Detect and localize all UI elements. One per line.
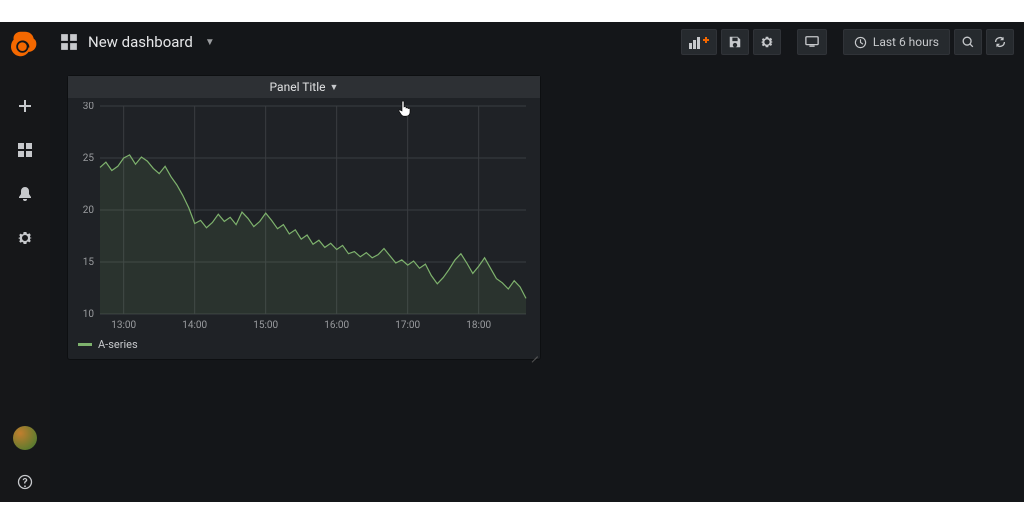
browser-chrome-bottom xyxy=(0,502,1024,512)
chart[interactable]: 10 15 20 25 30 13:00 14:00 15:00 16:00 17:00 18:00 xyxy=(68,98,540,334)
svg-text:20: 20 xyxy=(83,205,95,216)
panel-title: Panel Title xyxy=(270,80,326,94)
help-icon[interactable] xyxy=(15,472,35,492)
side-nav xyxy=(0,22,50,502)
chevron-down-icon: ▼ xyxy=(205,37,215,48)
legend-swatch xyxy=(78,343,92,346)
resize-handle[interactable] xyxy=(530,349,538,357)
svg-text:16:00: 16:00 xyxy=(324,320,349,331)
svg-text:15:00: 15:00 xyxy=(253,320,278,331)
svg-text:15: 15 xyxy=(83,257,95,268)
time-range-label: Last 6 hours xyxy=(873,35,939,49)
svg-text:18:00: 18:00 xyxy=(466,320,491,331)
svg-text:14:00: 14:00 xyxy=(182,320,207,331)
svg-text:10: 10 xyxy=(83,309,95,320)
settings-button[interactable] xyxy=(753,29,781,55)
svg-text:13:00: 13:00 xyxy=(111,320,136,331)
svg-text:17:00: 17:00 xyxy=(395,320,420,331)
gear-icon[interactable] xyxy=(15,228,35,248)
time-range-button[interactable]: Last 6 hours xyxy=(843,29,950,55)
plus-icon[interactable] xyxy=(15,96,35,116)
add-panel-button[interactable] xyxy=(681,29,717,55)
svg-text:30: 30 xyxy=(83,102,95,112)
svg-text:25: 25 xyxy=(83,153,95,164)
page-title: New dashboard xyxy=(88,33,193,51)
chevron-down-icon: ▼ xyxy=(330,82,339,93)
save-button[interactable] xyxy=(721,29,749,55)
grafana-logo-icon[interactable] xyxy=(11,30,39,58)
top-bar: New dashboard ▼ xyxy=(50,22,1024,62)
legend[interactable]: A-series xyxy=(68,334,540,359)
panel: Panel Title ▼ 101520253013:0014:0015:001… xyxy=(68,76,540,359)
browser-chrome-top xyxy=(0,0,1024,22)
refresh-button[interactable] xyxy=(986,29,1014,55)
dashboards-icon[interactable] xyxy=(15,140,35,160)
bell-icon[interactable] xyxy=(15,184,35,204)
avatar[interactable] xyxy=(13,426,37,450)
breadcrumb[interactable]: New dashboard ▼ xyxy=(60,33,215,51)
legend-label: A-series xyxy=(98,338,138,351)
panel-title-button[interactable]: Panel Title ▼ xyxy=(68,76,540,98)
view-mode-button[interactable] xyxy=(797,29,827,55)
zoom-button[interactable] xyxy=(954,29,982,55)
